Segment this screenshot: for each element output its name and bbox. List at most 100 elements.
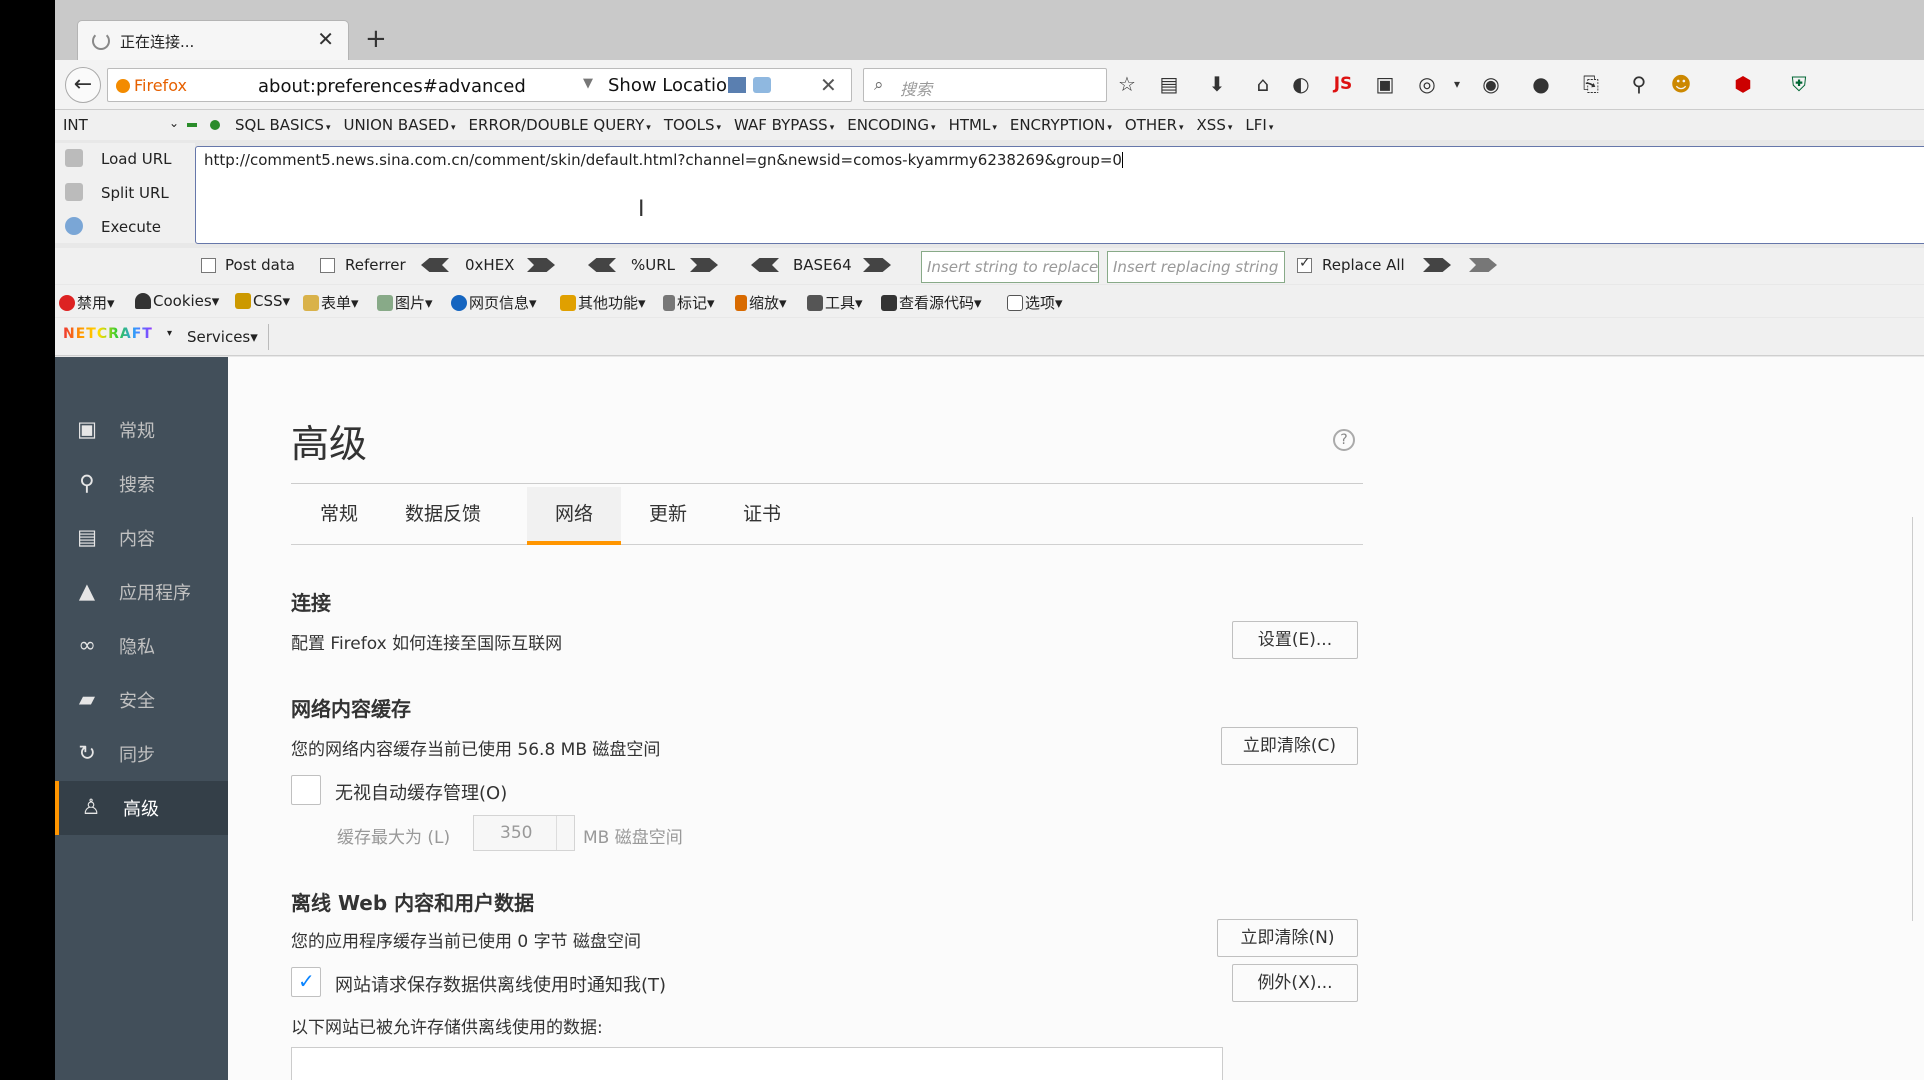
sidebar-item-privacy[interactable]: ∞ 隐私 [55, 619, 228, 673]
base64-decode-arrow[interactable] [751, 258, 779, 272]
menu-error-double-query[interactable]: ERROR/DOUBLE QUERY [469, 116, 651, 134]
url-encode-arrow[interactable] [690, 258, 718, 272]
sidebar-item-security[interactable]: ▰ 安全 [55, 673, 228, 727]
adblock-icon[interactable]: ⬢ [1729, 70, 1757, 98]
tab-update[interactable]: 更新 [621, 487, 715, 545]
tab-active[interactable]: 正在连接... ✕ [77, 20, 349, 60]
wd-forms[interactable]: 表单▾ [303, 292, 359, 313]
override-cache-checkbox[interactable] [291, 775, 321, 805]
netcraft-logo[interactable]: NETCRAFT [63, 326, 153, 348]
cache-size-input[interactable]: 350 [473, 815, 575, 851]
eye-icon[interactable]: ◉ [1477, 70, 1505, 98]
hackbar-plus-icon[interactable] [210, 120, 220, 130]
menu-waf-bypass[interactable]: WAF BYPASS [734, 116, 834, 134]
tab-certificates[interactable]: 证书 [715, 487, 809, 545]
wd-page-info[interactable]: 网页信息▾ [451, 292, 537, 313]
wd-options[interactable]: 选项▾ [1007, 292, 1063, 313]
tab-network[interactable]: 网络 [527, 487, 621, 545]
referrer-checkbox[interactable] [320, 258, 335, 273]
sidebar-item-content[interactable]: ▤ 内容 [55, 511, 228, 565]
search-input[interactable]: 搜索 [900, 76, 932, 100]
globe-icon[interactable]: ● [1527, 70, 1555, 98]
wd-view-source[interactable]: 查看源代码▾ [881, 292, 982, 313]
replace-arrow[interactable] [1423, 258, 1451, 272]
wd-cookies[interactable]: Cookies▾ [135, 292, 219, 310]
zoom-icon[interactable]: ⚲ [1625, 70, 1653, 98]
identity-badge[interactable]: Firefox [116, 76, 187, 95]
help-icon[interactable]: ? [1333, 429, 1355, 451]
offline-exceptions-button[interactable]: 例外(X)... [1232, 964, 1358, 1002]
bookmarks-list-icon[interactable]: ▤ [1155, 70, 1183, 98]
menu-tools[interactable]: TOOLS [664, 116, 721, 134]
search-bar[interactable]: ⌕ 搜索 [863, 68, 1107, 102]
execute-button[interactable]: Execute [65, 217, 161, 241]
post-data-checkbox[interactable] [201, 258, 216, 273]
reader-view-icon[interactable] [728, 77, 746, 93]
wd-resize[interactable]: 缩放▾ [735, 292, 787, 313]
load-url-button[interactable]: Load URL [65, 149, 172, 173]
share-icon[interactable]: ⎘ [1577, 70, 1605, 98]
url-dropdown-icon[interactable]: ▼ [583, 76, 593, 91]
profile-icon[interactable]: ◐ [1287, 70, 1315, 98]
sidebar-item-search[interactable]: ⚲ 搜索 [55, 457, 228, 511]
greasemonkey-icon[interactable]: ☻ [1667, 70, 1695, 98]
js-toggle-icon[interactable]: JS [1329, 70, 1357, 98]
url-bar[interactable]: Firefox about:preferences#advanced ▼ Sho… [107, 68, 891, 102]
hex-encode-arrow[interactable] [527, 258, 555, 272]
tab-close-icon[interactable]: ✕ [317, 27, 334, 51]
home-icon[interactable]: ⌂ [1249, 70, 1277, 98]
stop-icon[interactable]: ✕ [820, 73, 837, 97]
offline-notify-checkbox[interactable] [291, 967, 321, 997]
netcraft-dropdown-icon[interactable]: ▾ [167, 328, 172, 339]
wd-tools[interactable]: 工具▾ [807, 292, 863, 313]
cache-size-stepper[interactable] [556, 816, 574, 850]
menu-xss[interactable]: XSS [1197, 116, 1233, 134]
services-menu[interactable]: Services▾ [187, 328, 258, 346]
bookmark-star-icon[interactable]: ☆ [1113, 70, 1141, 98]
wd-misc[interactable]: 其他功能▾ [560, 292, 646, 313]
hackbar-type-select[interactable]: INT ⌄ [63, 116, 179, 134]
replace-all-checkbox[interactable] [1297, 255, 1312, 273]
url-input[interactable]: about:preferences#advanced [258, 76, 526, 97]
menu-html[interactable]: HTML [949, 116, 997, 134]
palette-dropdown-icon[interactable]: ▾ [1443, 70, 1471, 98]
tab-general[interactable]: 常规 [291, 487, 387, 545]
scrollbar[interactable] [1912, 517, 1924, 921]
menu-sql-basics[interactable]: SQL BASICS [235, 116, 330, 134]
base64-encode-arrow[interactable] [863, 258, 891, 272]
clear-cache-button[interactable]: 立即清除(C) [1221, 727, 1358, 765]
wd-css[interactable]: CSS▾ [235, 292, 290, 310]
url-decode-arrow[interactable] [588, 258, 616, 272]
menu-lfi[interactable]: LFI [1245, 116, 1273, 134]
sidebar-item-general[interactable]: ▣ 常规 [55, 403, 228, 457]
connection-settings-button[interactable]: 设置(E)... [1232, 621, 1358, 659]
back-button[interactable]: ← [65, 67, 101, 103]
insert-replacing-input[interactable]: Insert replacing string [1107, 251, 1285, 283]
palette-icon[interactable]: ◎ [1413, 70, 1441, 98]
pocket-icon[interactable] [753, 77, 771, 93]
download-icon[interactable]: ⬇ [1203, 70, 1231, 98]
menu-other[interactable]: OTHER [1125, 116, 1184, 134]
hex-decode-arrow[interactable] [421, 258, 449, 272]
wd-outline[interactable]: 标记▾ [663, 292, 715, 313]
hackbar-url-textarea[interactable]: http://comment5.news.sina.com.cn/comment… [195, 146, 1924, 244]
menu-encoding[interactable]: ENCODING [847, 116, 935, 134]
insert-string-input[interactable]: Insert string to replace [921, 251, 1099, 283]
screenshot-icon[interactable]: ▣ [1371, 70, 1399, 98]
wd-disable[interactable]: 禁用▾ [59, 292, 115, 313]
clear-offline-button[interactable]: 立即清除(N) [1217, 919, 1358, 957]
tab-data-choices[interactable]: 数据反馈 [387, 487, 499, 545]
sidebar-item-applications[interactable]: ▲ 应用程序 [55, 565, 228, 619]
sidebar-item-sync[interactable]: ↻ 同步 [55, 727, 228, 781]
replace-all-arrow[interactable] [1469, 258, 1497, 272]
menu-union-based[interactable]: UNION BASED [343, 116, 455, 134]
show-location-button[interactable]: Show Location [608, 75, 738, 96]
split-url-button[interactable]: Split URL [65, 183, 169, 207]
wd-images[interactable]: 图片▾ [377, 292, 433, 313]
shield-icon[interactable]: ⛨ [1785, 70, 1813, 98]
new-tab-button[interactable]: + [365, 24, 387, 54]
menu-encryption[interactable]: ENCRYPTION [1010, 116, 1112, 134]
sidebar-item-advanced[interactable]: ♙ 高级 [55, 781, 228, 835]
offline-sites-list[interactable] [291, 1047, 1223, 1080]
hackbar-minus-icon[interactable] [187, 123, 197, 127]
